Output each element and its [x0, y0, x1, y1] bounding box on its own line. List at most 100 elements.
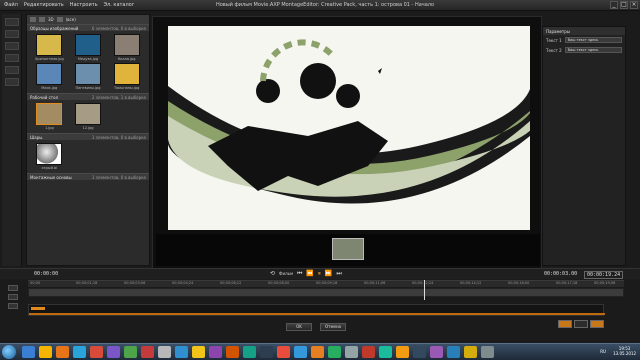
thumbnail-image	[113, 34, 140, 56]
taskbar-app-icon[interactable]	[311, 346, 324, 358]
loop-icon[interactable]: ⟲	[270, 271, 275, 277]
taskbar-app-icon[interactable]	[22, 346, 35, 358]
library-item[interactable]: Тюльпаны.jpg	[108, 63, 145, 90]
track-audio-icon[interactable]	[8, 294, 18, 300]
pause-icon[interactable]: ⏸	[318, 271, 321, 277]
filter-label[interactable]: (все)	[66, 17, 76, 22]
tool-icon-import[interactable]	[5, 18, 19, 26]
ruler-tick: 00;00;01;18	[76, 281, 98, 285]
library-item[interactable]: серый.bl	[31, 143, 68, 170]
ruler-tick: 00;00;06;12	[220, 281, 242, 285]
bird-shape	[378, 68, 382, 74]
menu-catalog[interactable]: Эл. каталог	[104, 2, 135, 8]
taskbar-app-icon[interactable]	[226, 346, 239, 358]
text1-field[interactable]: Ваш текст здесь	[564, 37, 622, 43]
taskbar-app-icon[interactable]	[447, 346, 460, 358]
section-desktop[interactable]: Рабочий стол 2 элементов, 1 в выборке	[27, 93, 149, 100]
taskbar-app-icon[interactable]	[192, 346, 205, 358]
taskbar-app-icon[interactable]	[413, 346, 426, 358]
playhead[interactable]	[424, 280, 425, 300]
taskbar-app-icon[interactable]	[294, 346, 307, 358]
library-item[interactable]: Маяк.jpg	[31, 63, 68, 90]
taskbar-app-icon[interactable]	[107, 346, 120, 358]
library-item[interactable]: Пингвины.jpg	[70, 63, 107, 90]
taskbar-app-icon[interactable]	[481, 346, 494, 358]
go-start-icon[interactable]: ⏮	[297, 271, 302, 277]
thumbnail-image	[113, 63, 140, 85]
start-button[interactable]	[2, 345, 16, 359]
close-button[interactable]: ×	[630, 1, 638, 9]
library-item[interactable]: 12.jpg	[70, 103, 107, 130]
ok-button[interactable]: OK	[286, 323, 312, 331]
audio-track[interactable]	[28, 304, 605, 316]
taskbar-app-icon[interactable]	[260, 346, 273, 358]
audio-clip[interactable]	[31, 307, 45, 310]
taskbar-app-icon[interactable]	[56, 346, 69, 358]
system-clock[interactable]: 19:53 13.05.2012	[613, 346, 636, 356]
tool-icon-transitions[interactable]	[5, 78, 19, 86]
ruler-tick: 00;00;12;24	[412, 281, 434, 285]
taskbar-app-icon[interactable]	[379, 346, 392, 358]
taskbar-app-icon[interactable]	[141, 346, 154, 358]
library-toolbar: 3D (все)	[27, 15, 149, 24]
back-icon[interactable]	[30, 17, 36, 22]
item-label: Хризантема.jpg	[34, 57, 64, 61]
video-track[interactable]	[28, 288, 624, 297]
taskbar-app-icon[interactable]	[39, 346, 52, 358]
maximize-button[interactable]: □	[620, 1, 628, 9]
row-label: Текст 1	[546, 37, 562, 43]
library-panel: 3D (все) Образцы изображений 6 элементов…	[26, 14, 150, 266]
taskbar-app-icon[interactable]	[124, 346, 137, 358]
text2-field[interactable]: Ваш текст здесь	[564, 47, 622, 53]
forward-icon[interactable]: ⏩	[325, 271, 332, 277]
taskbar-app-icon[interactable]	[396, 346, 409, 358]
go-end-icon[interactable]: ⏭	[336, 271, 341, 277]
taskbar-app-icon[interactable]	[464, 346, 477, 358]
timeline-ruler[interactable]: 00;00 00;00;01;18 00;00;03;06 00;00;04;2…	[28, 280, 624, 287]
taskbar-app-icon[interactable]	[430, 346, 443, 358]
zoom-button[interactable]	[574, 320, 588, 328]
tool-icon-effects[interactable]	[5, 42, 19, 50]
library-item-selected[interactable]: 1.jpg	[31, 103, 68, 130]
section-sample-images[interactable]: Образцы изображений 6 элементов, 0 в выб…	[27, 24, 149, 31]
taskbar-app-icon[interactable]	[277, 346, 290, 358]
taskbar-app-icon[interactable]	[362, 346, 375, 358]
menu-edit[interactable]: Редактировать	[24, 2, 64, 8]
cancel-button[interactable]: Отмена	[320, 323, 346, 331]
settings-header[interactable]: Параметры	[543, 27, 625, 35]
section-title: Рабочий стол	[30, 94, 59, 100]
taskbar-app-icon[interactable]	[158, 346, 171, 358]
mode-label[interactable]: Фильм	[279, 271, 293, 277]
taskbar-app-icon[interactable]	[209, 346, 222, 358]
taskbar-app-icon[interactable]	[243, 346, 256, 358]
section-spheres[interactable]: Шары 1 элементов, 0 в выборке	[27, 133, 149, 140]
language-indicator[interactable]: RU	[600, 349, 606, 354]
taskbar-app-icon[interactable]	[345, 346, 358, 358]
minimize-button[interactable]: _	[610, 1, 618, 9]
track-lock-icon[interactable]	[8, 285, 18, 291]
forward-icon[interactable]	[39, 17, 45, 22]
menu-file[interactable]: Файл	[4, 2, 18, 8]
taskbar-app-icon[interactable]	[90, 346, 103, 358]
library-item[interactable]: Коала.jpg	[108, 34, 145, 61]
taskbar-app-icon[interactable]	[328, 346, 341, 358]
menu-setup[interactable]: Настроить	[70, 2, 98, 8]
marker-button[interactable]	[558, 320, 572, 328]
timecode-end[interactable]: 00:00:19.24	[584, 271, 624, 279]
scene-clip[interactable]	[332, 238, 364, 260]
tool-icon-titles[interactable]	[5, 54, 19, 62]
view-mode-label[interactable]: 3D	[48, 17, 54, 22]
track-video-icon[interactable]	[8, 303, 18, 309]
library-item[interactable]: Медуза.jpg	[70, 34, 107, 61]
snap-button[interactable]	[590, 320, 604, 328]
item-label: 1.jpg	[44, 126, 54, 130]
section-montage[interactable]: Монтажные основы 1 элементов, 0 в выборк…	[27, 173, 149, 180]
tool-icon-edit[interactable]	[5, 30, 19, 38]
rewind-icon[interactable]: ⏪	[306, 271, 313, 277]
library-item[interactable]: Хризантема.jpg	[31, 34, 68, 61]
taskbar-app-icon[interactable]	[73, 346, 86, 358]
taskbar-app-icon[interactable]	[175, 346, 188, 358]
preview-canvas[interactable]	[168, 26, 530, 230]
search-icon[interactable]	[56, 17, 63, 22]
tool-icon-audio[interactable]	[5, 66, 19, 74]
